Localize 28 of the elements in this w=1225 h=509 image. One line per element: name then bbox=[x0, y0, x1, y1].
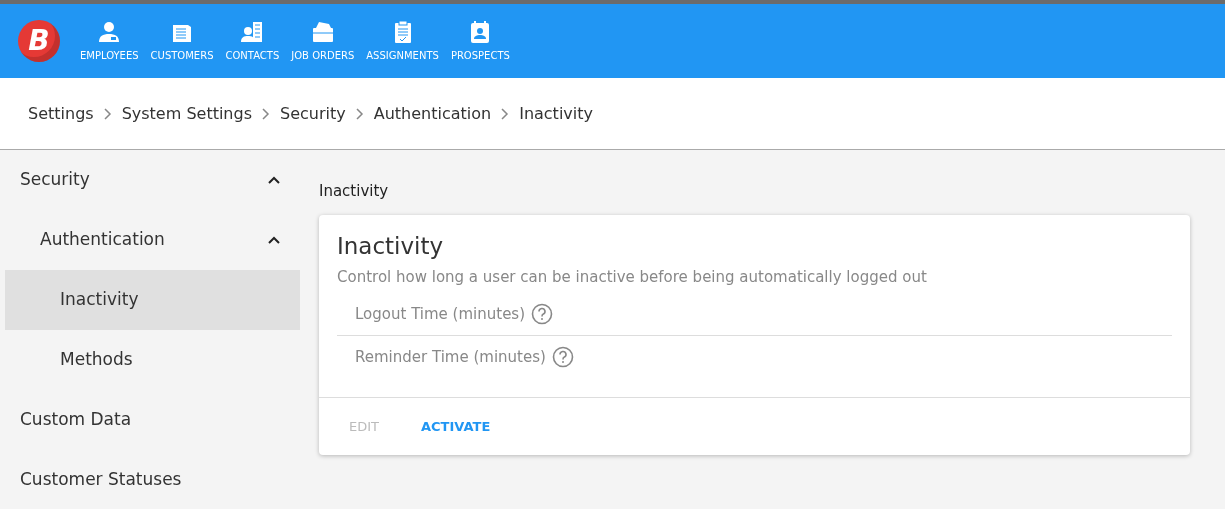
sidebar-item[interactable]: Customer Statuses bbox=[5, 450, 300, 509]
logo-icon[interactable]: B bbox=[18, 20, 60, 62]
sidebar-item[interactable]: Custom Data bbox=[5, 390, 300, 450]
sidebar-item[interactable]: Authentication bbox=[5, 210, 300, 270]
help-icon[interactable] bbox=[551, 346, 574, 369]
contact-building-icon bbox=[240, 19, 265, 44]
breadcrumb-link[interactable]: Settings bbox=[28, 101, 94, 126]
field-label: Logout Time (minutes) bbox=[355, 303, 526, 325]
breadcrumb-link[interactable]: Inactivity bbox=[519, 101, 593, 126]
breadcrumb-link[interactable]: Authentication bbox=[373, 101, 492, 126]
card-description: Control how long a user can be inactive before being automatically logged out bbox=[336, 267, 928, 289]
chevron-right-icon bbox=[103, 107, 112, 120]
briefcase-icon bbox=[310, 19, 335, 44]
sidebar-item[interactable]: Security bbox=[5, 150, 300, 210]
chevron-up-icon[interactable] bbox=[268, 236, 280, 244]
card-title: Inactivity bbox=[336, 231, 445, 261]
help-icon[interactable] bbox=[531, 302, 554, 325]
field-label: Reminder Time (minutes) bbox=[355, 347, 546, 369]
sidebar-item[interactable]: Inactivity bbox=[5, 270, 300, 330]
breadcrumb-link[interactable]: System Settings bbox=[121, 101, 252, 126]
chevron-right-icon bbox=[501, 107, 510, 120]
person-icon bbox=[97, 19, 122, 44]
chevron-right-icon bbox=[355, 107, 364, 120]
sidebar-item[interactable]: Methods bbox=[5, 330, 300, 390]
chevron-right-icon bbox=[262, 107, 270, 120]
chevron-up-icon[interactable] bbox=[268, 176, 280, 184]
page-title: Inactivity bbox=[319, 181, 390, 202]
breadcrumb-link[interactable]: Security bbox=[280, 101, 346, 126]
